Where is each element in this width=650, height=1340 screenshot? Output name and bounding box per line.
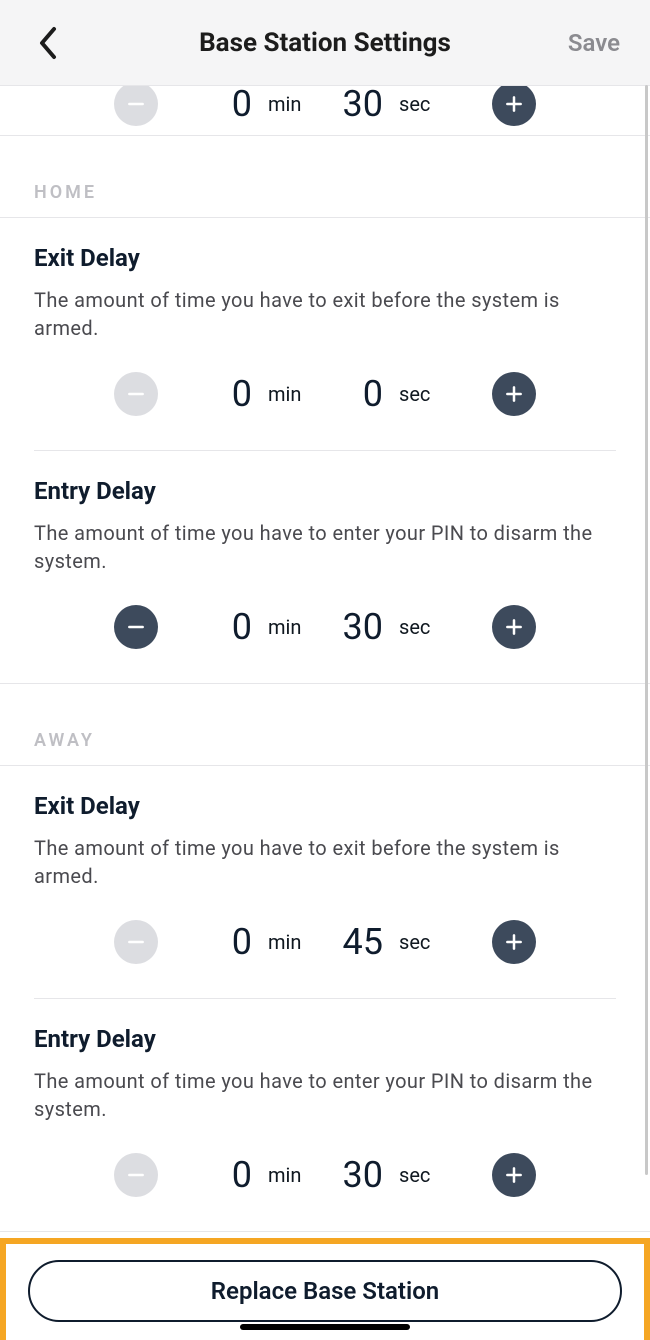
seconds-unit: sec <box>395 382 450 406</box>
section-header-label: HOME <box>34 182 97 217</box>
minus-button[interactable] <box>114 1153 158 1197</box>
partial-offscreen-stepper: 0 min 30 sec <box>0 86 650 136</box>
duration-stepper: 0 min 0 sec <box>34 352 616 440</box>
page-title: Base Station Settings <box>199 28 451 58</box>
item-title: Entry Delay <box>34 1025 616 1053</box>
item-title: Exit Delay <box>34 792 616 820</box>
minutes-value: 0 <box>200 921 252 963</box>
minutes-unit: min <box>264 615 319 639</box>
duration-stepper: 0 min 30 sec <box>34 1133 616 1221</box>
plus-button[interactable] <box>492 605 536 649</box>
item-title: Entry Delay <box>34 477 616 505</box>
plus-button[interactable] <box>492 920 536 964</box>
seconds-value: 30 <box>331 1154 383 1196</box>
item-description: The amount of time you have to exit befo… <box>34 834 616 890</box>
section-header-label: AWAY <box>34 730 95 765</box>
duration-stepper: 0 min 30 sec <box>34 585 616 673</box>
seconds-value: 30 <box>331 606 383 648</box>
seconds-value: 0 <box>331 373 383 415</box>
home-exit-delay-item: Exit Delay The amount of time you have t… <box>0 218 650 450</box>
home-indicator <box>240 1324 410 1330</box>
chevron-left-icon <box>36 25 60 61</box>
minutes-unit: min <box>264 92 319 116</box>
minutes-value: 0 <box>200 1154 252 1196</box>
minutes-value: 0 <box>200 86 252 125</box>
item-description: The amount of time you have to enter you… <box>34 1067 616 1123</box>
plus-button[interactable] <box>492 86 536 126</box>
seconds-unit: sec <box>395 930 450 954</box>
plus-icon <box>504 932 524 952</box>
minutes-unit: min <box>264 1163 319 1187</box>
seconds-unit: sec <box>395 1163 450 1187</box>
content: 0 min 30 sec HOME Exit Delay The amount … <box>0 85 650 1340</box>
plus-button[interactable] <box>492 1153 536 1197</box>
back-button[interactable] <box>28 23 68 63</box>
minus-icon <box>126 384 146 404</box>
plus-icon <box>504 617 524 637</box>
minutes-unit: min <box>264 930 319 954</box>
divider <box>0 1231 650 1232</box>
minus-button[interactable] <box>114 86 158 126</box>
minus-icon <box>126 94 146 114</box>
minutes-value: 0 <box>200 373 252 415</box>
home-entry-delay-item: Entry Delay The amount of time you have … <box>0 451 650 683</box>
replace-base-station-button[interactable]: Replace Base Station <box>28 1260 622 1322</box>
seconds-unit: sec <box>395 615 450 639</box>
save-button[interactable]: Save <box>568 29 620 57</box>
minus-icon <box>126 617 146 637</box>
header: Base Station Settings Save <box>0 0 650 85</box>
minutes-value: 0 <box>200 606 252 648</box>
minus-button[interactable] <box>114 920 158 964</box>
plus-icon <box>504 94 524 114</box>
item-title: Exit Delay <box>34 244 616 272</box>
minus-button[interactable] <box>114 605 158 649</box>
duration-stepper: 0 min 45 sec <box>34 900 616 988</box>
section-header-home: HOME <box>0 136 650 218</box>
seconds-value: 45 <box>331 921 383 963</box>
item-description: The amount of time you have to exit befo… <box>34 286 616 342</box>
minus-icon <box>126 932 146 952</box>
plus-icon <box>504 384 524 404</box>
item-description: The amount of time you have to enter you… <box>34 519 616 575</box>
minutes-unit: min <box>264 382 319 406</box>
section-header-away: AWAY <box>0 684 650 766</box>
minus-icon <box>126 1165 146 1185</box>
plus-button[interactable] <box>492 372 536 416</box>
minus-button[interactable] <box>114 372 158 416</box>
away-exit-delay-item: Exit Delay The amount of time you have t… <box>0 766 650 998</box>
seconds-value: 30 <box>331 86 383 125</box>
plus-icon <box>504 1165 524 1185</box>
away-entry-delay-item: Entry Delay The amount of time you have … <box>0 999 650 1231</box>
seconds-unit: sec <box>395 92 450 116</box>
